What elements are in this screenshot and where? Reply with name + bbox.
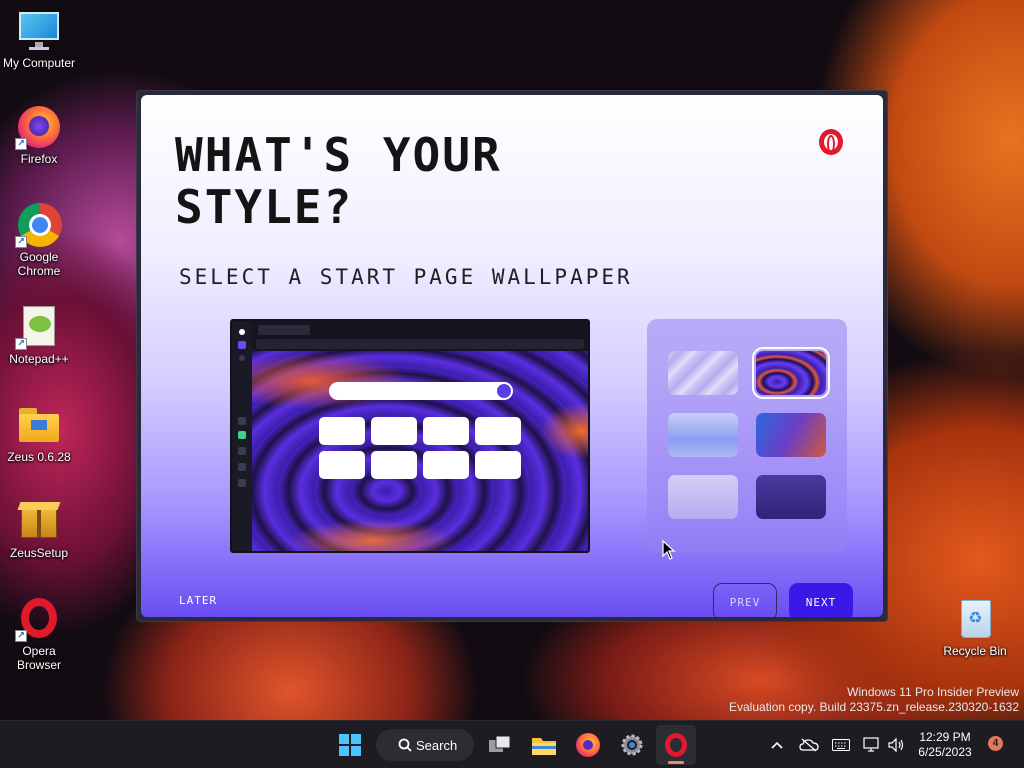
desktop-icon-my-computer[interactable]: My Computer bbox=[0, 8, 78, 70]
prev-button[interactable]: PREV bbox=[713, 583, 777, 617]
network-icon bbox=[863, 737, 879, 752]
preview-speed-dial-tile bbox=[371, 451, 417, 479]
later-button[interactable]: LATER bbox=[179, 594, 217, 607]
chrome-icon: ↗ bbox=[15, 202, 62, 248]
preview-toolbar bbox=[252, 321, 588, 351]
tray-volume[interactable] bbox=[886, 729, 906, 761]
preview-speed-dial-tile bbox=[423, 417, 469, 445]
windows-logo-icon bbox=[339, 734, 361, 756]
taskbar-file-explorer[interactable] bbox=[530, 729, 558, 761]
desktop-icon-label: Google Chrome bbox=[17, 250, 61, 278]
desktop-icon-zeus[interactable]: Zeus 0.6.28 bbox=[0, 402, 78, 464]
desktop-icon-zeus-setup[interactable]: ZeusSetup bbox=[0, 498, 78, 560]
section-subheading: SELECT A START PAGE WALLPAPER bbox=[179, 265, 633, 289]
preview-tab bbox=[258, 325, 310, 335]
desktop-icon-label: Recycle Bin bbox=[943, 644, 1007, 658]
windows-watermark: Windows 11 Pro Insider Preview Evaluatio… bbox=[729, 685, 1019, 715]
preview-speed-dial-tile bbox=[319, 417, 365, 445]
preview-speed-dial-tile bbox=[475, 451, 521, 479]
keyboard-icon bbox=[832, 739, 850, 751]
shortcut-arrow-icon: ↗ bbox=[15, 630, 27, 642]
tray-network[interactable] bbox=[862, 729, 882, 761]
wallpaper-picker bbox=[647, 319, 847, 553]
chevron-up-icon bbox=[771, 741, 783, 749]
dialog-content: WHAT'S YOUR STYLE? SELECT A START PAGE W… bbox=[141, 95, 883, 617]
opera-setup-dialog: WHAT'S YOUR STYLE? SELECT A START PAGE W… bbox=[136, 90, 888, 622]
desktop-icon-opera[interactable]: ↗ Opera Browser bbox=[0, 596, 78, 672]
desktop-icon-google-chrome[interactable]: ↗ Google Chrome bbox=[0, 202, 78, 278]
opera-logo-icon bbox=[819, 129, 843, 155]
monitor-icon bbox=[17, 8, 61, 52]
desktop-icon-label: Firefox bbox=[20, 152, 58, 166]
shortcut-arrow-icon: ↗ bbox=[15, 236, 27, 248]
preview-speed-dial-tile bbox=[423, 451, 469, 479]
desktop-icon-label: Zeus 0.6.28 bbox=[7, 450, 71, 464]
tray-clock[interactable]: 12:29 PM 6/25/2023 bbox=[912, 729, 978, 761]
preview-address-bar bbox=[256, 339, 584, 349]
taskbar-settings[interactable] bbox=[618, 729, 646, 761]
shortcut-arrow-icon: ↗ bbox=[15, 338, 27, 350]
desktop-icon-label: Opera Browser bbox=[16, 644, 61, 672]
file-explorer-icon bbox=[532, 738, 556, 755]
taskbar-firefox[interactable] bbox=[574, 729, 602, 761]
search-label: Search bbox=[416, 737, 458, 753]
notification-badge[interactable]: 4 bbox=[988, 736, 1003, 751]
wallpaper-option[interactable] bbox=[756, 413, 826, 457]
firefox-icon bbox=[576, 733, 600, 757]
desktop-icon-recycle-bin[interactable]: ♻ Recycle Bin bbox=[936, 596, 1014, 658]
desktop-icon-firefox[interactable]: ↗ Firefox bbox=[0, 104, 78, 166]
preview-search-bar bbox=[329, 382, 513, 400]
notepad-plus-plus-icon: ↗ bbox=[15, 304, 61, 350]
opera-icon: ↗ bbox=[15, 596, 61, 642]
preview-sidebar bbox=[232, 321, 252, 551]
start-page-preview bbox=[230, 319, 590, 553]
desktop-icon-label: Notepad++ bbox=[9, 352, 69, 366]
shortcut-arrow-icon: ↗ bbox=[15, 138, 27, 150]
wallpaper-option[interactable] bbox=[668, 413, 738, 457]
tray-overflow-button[interactable] bbox=[768, 729, 786, 761]
preview-wallpaper bbox=[252, 351, 588, 551]
next-button[interactable]: NEXT bbox=[789, 583, 853, 617]
opera-icon bbox=[665, 733, 687, 757]
package-box-icon bbox=[17, 498, 61, 542]
wallpaper-option-selected[interactable] bbox=[752, 347, 830, 399]
watermark-build: Evaluation copy. Build 23375.zn_release.… bbox=[729, 700, 1019, 714]
page-title: WHAT'S YOUR STYLE? bbox=[175, 128, 502, 234]
watermark-edition: Windows 11 Pro Insider Preview bbox=[847, 685, 1019, 699]
preview-speed-dial-tile bbox=[371, 417, 417, 445]
task-view-button[interactable] bbox=[486, 729, 514, 761]
desktop-icon-label: ZeusSetup bbox=[9, 546, 69, 560]
search-icon bbox=[398, 738, 412, 752]
wallpaper-option[interactable] bbox=[756, 475, 826, 519]
tray-onedrive[interactable] bbox=[798, 729, 820, 761]
wallpaper-option[interactable] bbox=[668, 475, 738, 519]
firefox-icon: ↗ bbox=[15, 104, 61, 150]
desktop-icon-label: My Computer bbox=[2, 56, 76, 70]
wallpaper-option[interactable] bbox=[668, 351, 738, 395]
tray-keyboard[interactable] bbox=[830, 729, 852, 761]
taskbar: Search 12:29 PM 6/25/2023 bbox=[0, 720, 1024, 768]
cloud-off-icon bbox=[799, 738, 819, 752]
preview-speed-dial-tile bbox=[319, 451, 365, 479]
folder-icon bbox=[17, 402, 61, 446]
desktop-icon-notepad-plus-plus[interactable]: ↗ Notepad++ bbox=[0, 304, 78, 366]
taskbar-search[interactable]: Search bbox=[376, 729, 474, 761]
taskbar-opera-active[interactable] bbox=[656, 725, 696, 765]
gear-icon bbox=[621, 734, 643, 756]
clock-date: 6/25/2023 bbox=[918, 745, 972, 759]
speaker-icon bbox=[888, 737, 904, 753]
task-view-icon bbox=[489, 735, 511, 752]
preview-speed-dial-tile bbox=[475, 417, 521, 445]
clock-time: 12:29 PM bbox=[919, 730, 971, 744]
start-button[interactable] bbox=[336, 729, 364, 761]
recycle-bin-icon: ♻ bbox=[953, 596, 997, 640]
mouse-cursor-icon bbox=[662, 540, 676, 560]
